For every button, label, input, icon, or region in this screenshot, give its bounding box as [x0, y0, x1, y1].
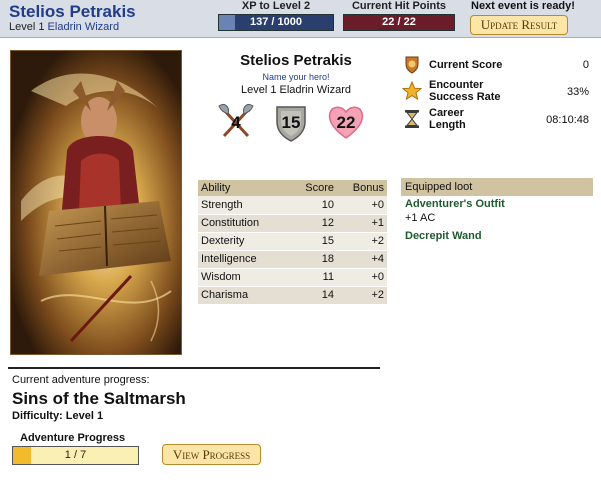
update-result-button[interactable]: Update Result — [470, 15, 568, 35]
ability-score: 12 — [290, 214, 337, 233]
hero-name[interactable]: Stelios Petrakis — [196, 52, 396, 69]
xp-label: XP to Level 2 — [241, 0, 311, 12]
table-row: Charisma 14 +2 — [198, 286, 387, 305]
table-row: Constitution 12 +1 — [198, 214, 387, 233]
attack-value: 4 — [231, 113, 241, 132]
ability-name: Wisdom — [198, 268, 290, 287]
hero-portrait — [10, 50, 182, 355]
loot-item-name[interactable]: Decrepit Wand — [405, 230, 482, 242]
adventure-progress-value: 1 / 7 — [64, 449, 87, 461]
ability-score: 10 — [290, 196, 337, 215]
table-row: Dexterity 15 +2 — [198, 232, 387, 251]
defense-value: 15 — [281, 113, 301, 132]
equipped-loot-header: Equipped loot — [401, 178, 593, 196]
ability-table: Ability Score Bonus Strength 10 +0 Const… — [198, 180, 387, 305]
encounter-label-line2: Success Rate — [429, 91, 501, 103]
ability-score: 15 — [290, 232, 337, 251]
xp-value: 137 / 1000 — [250, 16, 302, 28]
ability-name: Intelligence — [198, 250, 290, 269]
current-adventure-label: Current adventure progress: — [12, 374, 150, 386]
section-divider — [8, 367, 380, 369]
adventure-difficulty: Difficulty: Level 1 — [12, 410, 103, 422]
difficulty-value: Level 1 — [65, 410, 104, 422]
ability-score: 18 — [290, 250, 337, 269]
hp-label: Current Hit Points — [351, 0, 447, 12]
star-icon — [402, 81, 422, 101]
hourglass-icon — [405, 110, 419, 128]
header-character-name[interactable]: Stelios Petrakis — [9, 2, 136, 22]
ability-bonus: +2 — [337, 232, 387, 251]
ability-score: 11 — [290, 268, 337, 287]
table-row: Strength 10 +0 — [198, 196, 387, 215]
ability-score: 14 — [290, 286, 337, 305]
table-row: Wisdom 11 +0 — [198, 268, 387, 287]
career-length-label: Career Length — [429, 107, 466, 131]
next-event-label: Next event is ready! — [471, 0, 575, 12]
table-row: Intelligence 18 +4 — [198, 250, 387, 269]
health-value: 22 — [336, 113, 356, 132]
encounter-rate-row: Encounter Success Rate 33% — [402, 79, 597, 105]
adventure-progress-label: Adventure Progress — [20, 432, 126, 444]
ability-bonus: +2 — [337, 286, 387, 305]
xp-box: XP to Level 2 137 / 1000 — [218, 0, 334, 31]
header-class-link[interactable]: Eladrin Wizard — [48, 21, 120, 33]
name-your-hero-link[interactable]: Name your hero! — [196, 72, 396, 82]
hero-level-class: Level 1 Eladrin Wizard — [240, 84, 352, 96]
ability-name: Constitution — [198, 214, 290, 233]
hp-box: Current Hit Points 22 / 22 — [343, 0, 455, 31]
adventure-progress-bar: 1 / 7 — [12, 446, 139, 465]
ability-bonus: +1 — [337, 214, 387, 233]
career-length-value: 08:10:48 — [546, 114, 589, 126]
ability-bonus: +0 — [337, 268, 387, 287]
xp-bar: 137 / 1000 — [218, 14, 334, 31]
xp-bar-fill — [219, 15, 235, 30]
difficulty-label: Difficulty: — [12, 410, 63, 422]
encounter-rate-value: 33% — [566, 86, 589, 98]
view-progress-button[interactable]: View Progress — [162, 444, 261, 465]
loot-item-desc: +1 AC — [405, 212, 436, 224]
character-header: Stelios Petrakis Level 1 Eladrin Wizard … — [0, 0, 601, 38]
encounter-label-line1: Encounter — [429, 79, 484, 91]
current-score-value: 0 — [582, 59, 589, 71]
ability-name: Strength — [198, 196, 290, 215]
current-score-label: Current Score — [429, 59, 503, 71]
hp-value: 22 / 22 — [382, 16, 416, 28]
ability-col-header: Ability — [198, 180, 290, 196]
ability-bonus: +4 — [337, 250, 387, 269]
header-level: Level 1 — [9, 21, 45, 33]
ability-table-header: Ability Score Bonus — [198, 180, 387, 196]
score-col-header: Score — [290, 180, 337, 196]
career-label-line2: Length — [429, 119, 466, 131]
encounter-rate-label: Encounter Success Rate — [429, 79, 501, 103]
hp-bar: 22 / 22 — [343, 14, 455, 31]
medal-icon — [405, 56, 419, 74]
career-length-row: Career Length 08:10:48 — [402, 107, 597, 133]
loot-item-name[interactable]: Adventurer's Outfit — [405, 198, 505, 210]
current-score-row: Current Score 0 — [402, 54, 597, 74]
header-level-class: Level 1 Eladrin Wizard — [9, 21, 119, 33]
career-label-line1: Career — [429, 107, 464, 119]
adventure-title: Sins of the Saltmarsh — [12, 389, 186, 408]
ability-name: Charisma — [198, 286, 290, 305]
wizard-portrait-image — [11, 51, 181, 354]
ability-name: Dexterity — [198, 232, 290, 251]
bonus-col-header: Bonus — [337, 180, 387, 196]
ability-bonus: +0 — [337, 196, 387, 215]
